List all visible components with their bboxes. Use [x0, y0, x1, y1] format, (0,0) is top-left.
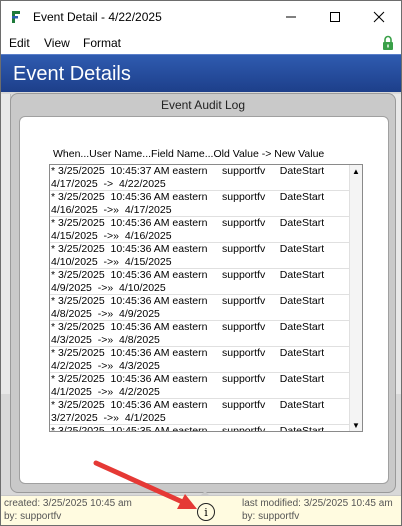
- audit-row-change-line: * 3/25/2025 10:45:36 AM eastern supportf…: [51, 321, 325, 333]
- menu-edit[interactable]: Edit: [9, 36, 30, 50]
- audit-log-row[interactable]: * 3/25/2025 10:45:37 AM eastern supportf…: [50, 165, 350, 191]
- vertical-scrollbar[interactable]: ▲ ▼: [349, 165, 362, 431]
- window-title: Event Detail - 4/22/2025: [33, 10, 162, 24]
- minimize-button[interactable]: [269, 1, 313, 33]
- lock-icon[interactable]: [381, 35, 395, 51]
- event-details-header: Event Details: [1, 54, 401, 92]
- audit-log-row[interactable]: * 3/25/2025 10:45:36 AM eastern supportf…: [50, 373, 350, 399]
- close-button[interactable]: [357, 1, 401, 33]
- audit-row-change-line: * 3/25/2025 10:45:36 AM eastern supportf…: [51, 295, 325, 307]
- audit-row-value-line: 4/2/2025 ->» 4/3/2025: [51, 359, 160, 372]
- scroll-down-arrow-icon[interactable]: ▼: [350, 419, 362, 431]
- audit-row-change-line: * 3/25/2025 10:45:35 AM eastern supportf…: [51, 425, 325, 432]
- audit-row-value-line: 4/16/2025 ->» 4/17/2025: [51, 203, 172, 216]
- audit-row-change-line: * 3/25/2025 10:45:36 AM eastern supportf…: [51, 373, 325, 385]
- audit-row-value-line: 4/3/2025 ->» 4/8/2025: [51, 333, 160, 346]
- audit-log-row[interactable]: * 3/25/2025 10:45:35 AM eastern supportf…: [50, 425, 350, 432]
- audit-log-row[interactable]: * 3/25/2025 10:45:36 AM eastern supportf…: [50, 217, 350, 243]
- audit-row-change-line: * 3/25/2025 10:45:36 AM eastern supportf…: [51, 217, 325, 229]
- audit-log-row[interactable]: * 3/25/2025 10:45:36 AM eastern supportf…: [50, 191, 350, 217]
- audit-row-value-line: 4/1/2025 ->» 4/2/2025: [51, 385, 160, 398]
- audit-row-change-line: * 3/25/2025 10:45:36 AM eastern supportf…: [51, 269, 325, 281]
- page-title: Event Details: [13, 63, 131, 85]
- created-date: created: 3/25/2025 10:45 am: [4, 498, 132, 509]
- audit-log-row[interactable]: * 3/25/2025 10:45:36 AM eastern supportf…: [50, 347, 350, 373]
- scroll-up-arrow-icon[interactable]: ▲: [350, 165, 362, 177]
- audit-log-title: Event Audit Log: [160, 98, 246, 112]
- info-icon[interactable]: i: [197, 503, 215, 521]
- menu-view[interactable]: View: [44, 36, 70, 50]
- audit-log-row[interactable]: * 3/25/2025 10:45:36 AM eastern supportf…: [50, 243, 350, 269]
- audit-row-value-line: 4/15/2025 ->» 4/16/2025: [51, 229, 172, 242]
- audit-row-change-line: * 3/25/2025 10:45:37 AM eastern supportf…: [51, 165, 325, 177]
- maximize-icon: [330, 12, 340, 22]
- audit-row-value-line: 4/17/2025 -> 4/22/2025: [51, 177, 166, 190]
- event-detail-window: Event Detail - 4/22/2025 Edit View Forma…: [0, 0, 402, 526]
- audit-row-value-line: 4/8/2025 ->» 4/9/2025: [51, 307, 160, 320]
- audit-log-row[interactable]: * 3/25/2025 10:45:36 AM eastern supportf…: [50, 321, 350, 347]
- audit-log-rows: * 3/25/2025 10:45:37 AM eastern supportf…: [50, 165, 350, 432]
- audit-log-row[interactable]: * 3/25/2025 10:45:36 AM eastern supportf…: [50, 269, 350, 295]
- close-icon: [373, 11, 385, 23]
- app-logo-icon: [12, 11, 20, 23]
- maximize-button[interactable]: [313, 1, 357, 33]
- audit-row-change-line: * 3/25/2025 10:45:36 AM eastern supportf…: [51, 399, 325, 411]
- modified-info: last modified: 3/25/2025 10:45 am by: su…: [242, 498, 393, 523]
- modified-date: last modified: 3/25/2025 10:45 am: [242, 498, 393, 509]
- audit-row-value-line: 4/10/2025 ->» 4/15/2025: [51, 255, 172, 268]
- audit-row-value-line: 4/9/2025 ->» 4/10/2025: [51, 281, 166, 294]
- audit-log-list[interactable]: * 3/25/2025 10:45:37 AM eastern supportf…: [49, 164, 363, 432]
- audit-row-change-line: * 3/25/2025 10:45:36 AM eastern supportf…: [51, 243, 325, 255]
- info-glyph: i: [204, 505, 208, 519]
- audit-column-header: When...User Name...Field Name...Old Valu…: [53, 148, 325, 160]
- audit-log-row[interactable]: * 3/25/2025 10:45:36 AM eastern supportf…: [50, 399, 350, 425]
- created-info: created: 3/25/2025 10:45 am by: supportf…: [4, 498, 132, 523]
- modified-by: by: supportfv: [242, 510, 300, 522]
- created-by: by: supportfv: [4, 510, 62, 522]
- audit-row-change-line: * 3/25/2025 10:45:36 AM eastern supportf…: [51, 191, 325, 203]
- menu-format[interactable]: Format: [83, 36, 121, 50]
- audit-row-change-line: * 3/25/2025 10:45:36 AM eastern supportf…: [51, 347, 325, 359]
- minimize-icon: [286, 16, 296, 18]
- title-bar: Event Detail - 4/22/2025: [1, 1, 401, 33]
- audit-row-value-line: 3/27/2025 ->» 4/1/2025: [51, 411, 166, 424]
- audit-log-row[interactable]: * 3/25/2025 10:45:36 AM eastern supportf…: [50, 295, 350, 321]
- menu-bar: Edit View Format: [1, 33, 401, 54]
